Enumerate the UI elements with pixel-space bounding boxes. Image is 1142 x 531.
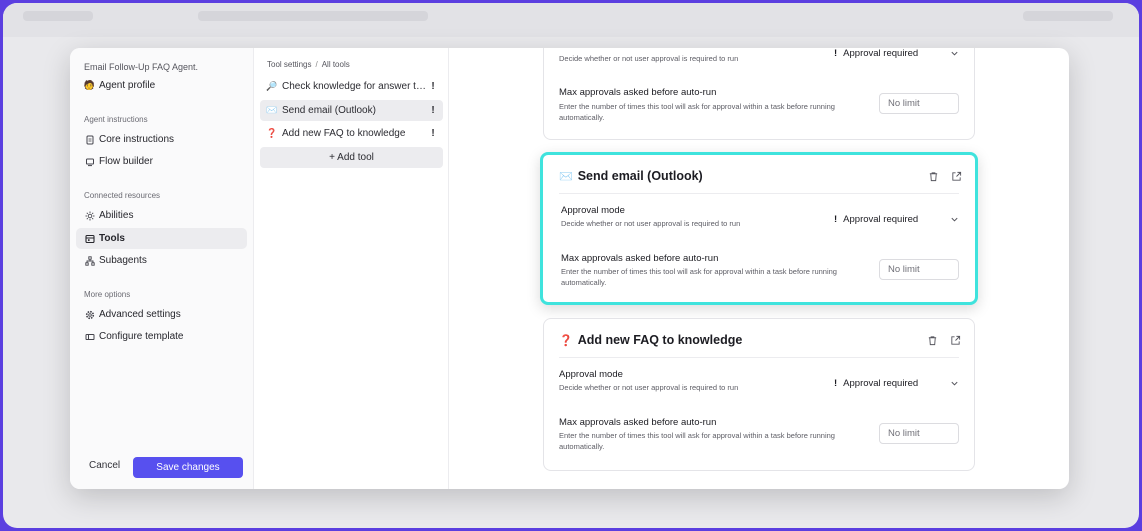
add-tool-button[interactable]: + Add tool (260, 147, 443, 168)
tool-list-panel: Tool settings / All tools 🔎 Check knowledg… (254, 48, 449, 489)
max-approvals-label: Max approvals asked before auto-run (561, 253, 719, 264)
chevron-down-icon (951, 381, 958, 386)
background-placeholder (1023, 11, 1113, 21)
max-approvals-help: Enter the number of times this tool will… (559, 431, 835, 451)
tool-card-send-email: ✉️ Send email (Outlook) Approval mode De… (540, 152, 978, 305)
sidebar-item-label: Configure template (99, 331, 184, 342)
max-approvals-help: Enter the number of times this tool will… (561, 267, 837, 287)
background-placeholder (23, 11, 93, 21)
sidebar-item-agent-profile[interactable]: 🧑 Agent profile (76, 75, 247, 96)
divider (559, 193, 959, 194)
sidebar-item-flow-builder[interactable]: Flow builder (76, 151, 247, 172)
breadcrumb-separator: / (315, 60, 318, 69)
section-label-connected: Connected resources (84, 191, 161, 200)
layout-icon (84, 331, 95, 342)
tool-card-actions (928, 171, 962, 182)
tool-card-title-text: Add new FAQ to knowledge (577, 333, 743, 347)
sidebar-item-label: Abilities (99, 210, 134, 221)
envelope-icon: ✉️ (559, 170, 573, 183)
tool-card-check-knowledge: Decide whether or not user approval is r… (543, 48, 975, 140)
question-mark-icon: ❓ (559, 334, 573, 347)
approval-mode-help: Decide whether or not user approval is r… (559, 54, 739, 63)
toolbox-icon (84, 233, 95, 244)
background-header (3, 3, 1139, 37)
breadcrumb: Tool settings / All tools (267, 60, 350, 69)
breadcrumb-tool-settings[interactable]: Tool settings (267, 60, 311, 69)
tool-item-check-knowledge[interactable]: 🔎 Check knowledge for answer to question… (260, 76, 443, 97)
sidebar-item-label: Subagents (99, 255, 147, 266)
external-link-icon[interactable] (950, 335, 961, 346)
sidebar-item-subagents[interactable]: Subagents (76, 250, 247, 271)
approval-mode-select[interactable]: ! Approval required (834, 212, 959, 226)
section-label-more: More options (84, 290, 131, 299)
approval-mode-value: Approval required (843, 48, 919, 59)
sidebar-item-label: Agent profile (99, 80, 156, 91)
approval-mode-value: Approval required (843, 213, 919, 225)
trash-icon[interactable] (928, 171, 939, 182)
agent-name: Email Follow-Up FAQ Agent. (84, 62, 199, 72)
sidebar-item-tools[interactable]: Tools (76, 228, 247, 249)
chevron-down-icon (951, 217, 958, 222)
sidebar-item-label: Core instructions (99, 134, 175, 145)
approval-mode-select[interactable]: ! Approval required (834, 48, 959, 60)
max-approvals-input[interactable] (879, 93, 959, 114)
tool-card-add-faq: ❓ Add new FAQ to knowledge Approval mode… (543, 318, 975, 471)
tool-name: Send email (Outlook) (282, 105, 376, 116)
breadcrumb-all-tools[interactable]: All tools (322, 60, 350, 69)
trash-icon[interactable] (927, 335, 938, 346)
approval-mode-value: Approval required (843, 377, 919, 389)
section-label-instructions: Agent instructions (84, 115, 148, 124)
tool-card-title: ❓ Add new FAQ to knowledge (559, 333, 742, 347)
divider (559, 357, 959, 358)
sidebar-item-abilities[interactable]: Abilities (76, 205, 247, 226)
sidebar-item-label: Advanced settings (99, 309, 181, 320)
chevron-down-icon (951, 51, 958, 56)
question-mark-icon: ❓ (266, 128, 278, 138)
tool-settings-main: Decide whether or not user approval is r… (449, 48, 1069, 489)
save-changes-button[interactable]: Save changes (133, 457, 243, 478)
tool-card-actions (927, 335, 961, 346)
magnifier-icon: 🔎 (266, 81, 278, 91)
agent-avatar-icon: 🧑 (83, 80, 96, 90)
approval-mode-label: Approval mode (559, 369, 623, 380)
approval-required-indicator: ! (431, 128, 435, 139)
max-approvals-label: Max approvals asked before auto-run (559, 417, 717, 428)
background-placeholder (198, 11, 428, 21)
sidebar-item-core-instructions[interactable]: Core instructions (76, 129, 247, 150)
approval-mode-label: Approval mode (561, 205, 625, 216)
approval-required-indicator: ! (431, 105, 435, 116)
tool-name: Check knowledge for answer to question (282, 81, 427, 92)
settings-sidebar: Email Follow-Up FAQ Agent. 🧑 Agent profi… (70, 48, 254, 489)
max-approvals-help: Enter the number of times this tool will… (559, 102, 835, 122)
gear-icon (84, 309, 95, 320)
sidebar-item-advanced-settings[interactable]: Advanced settings (76, 304, 247, 325)
warning-icon: ! (834, 213, 838, 225)
tool-item-send-email[interactable]: ✉️ Send email (Outlook) ! (260, 100, 443, 121)
tool-item-add-faq[interactable]: ❓ Add new FAQ to knowledge ! (260, 123, 443, 144)
approval-mode-help: Decide whether or not user approval is r… (559, 383, 739, 392)
max-approvals-label: Max approvals asked before auto-run (559, 87, 717, 98)
approval-mode-help: Decide whether or not user approval is r… (561, 219, 741, 228)
tool-settings-modal: Email Follow-Up FAQ Agent. 🧑 Agent profi… (70, 48, 1069, 489)
envelope-icon: ✉️ (266, 105, 278, 115)
document-icon (84, 134, 95, 145)
cancel-button[interactable]: Cancel (89, 460, 120, 471)
tool-name: Add new FAQ to knowledge (282, 128, 406, 139)
external-link-icon[interactable] (951, 171, 962, 182)
max-approvals-input[interactable] (879, 423, 959, 444)
tool-card-title: ✉️ Send email (Outlook) (559, 169, 703, 183)
warning-icon: ! (834, 377, 838, 389)
sidebar-item-configure-template[interactable]: Configure template (76, 326, 247, 347)
warning-icon: ! (834, 48, 838, 59)
approval-mode-select[interactable]: ! Approval required (834, 376, 959, 390)
monitor-icon (84, 156, 95, 167)
max-approvals-input[interactable] (879, 259, 959, 280)
sidebar-item-label: Flow builder (99, 156, 153, 167)
approval-required-indicator: ! (431, 81, 435, 92)
hierarchy-icon (84, 255, 95, 266)
sidebar-item-label: Tools (99, 233, 125, 244)
app-window: Email Follow-Up FAQ Agent. 🧑 Agent profi… (3, 3, 1139, 528)
sparkle-icon (84, 210, 95, 221)
tool-card-title-text: Send email (Outlook) (577, 169, 703, 183)
